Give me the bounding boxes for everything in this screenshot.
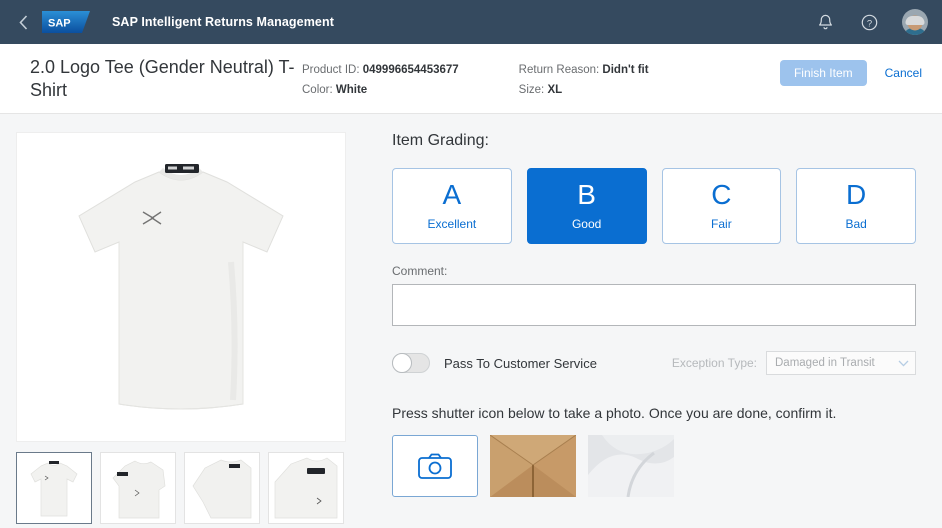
notifications-button[interactable] bbox=[814, 11, 836, 33]
list-item[interactable] bbox=[100, 452, 176, 524]
captured-photo[interactable] bbox=[588, 435, 674, 497]
color-label: Color: bbox=[302, 84, 333, 96]
header-actions: Finish Item Cancel bbox=[779, 56, 926, 86]
grade-options: A Excellent B Good C Fair D Bad bbox=[392, 168, 916, 244]
question-mark-circle-icon: ? bbox=[861, 14, 877, 30]
main-product-image[interactable] bbox=[16, 132, 346, 442]
content-area: Item Grading: A Excellent B Good C Fair … bbox=[0, 114, 942, 528]
comment-input[interactable] bbox=[392, 284, 916, 326]
grade-label: Fair bbox=[711, 217, 732, 231]
exception-type-group: Exception Type: Damaged in Transit bbox=[672, 351, 916, 375]
page-title: 2.0 Logo Tee (Gender Neutral) T-Shirt bbox=[30, 57, 295, 101]
return-reason-value: Didn't fit bbox=[602, 64, 649, 76]
thumbnail-image bbox=[105, 456, 171, 520]
thumbnail-image bbox=[189, 456, 255, 520]
grade-option-d[interactable]: D Bad bbox=[796, 168, 916, 244]
shell-actions: ? bbox=[814, 9, 928, 35]
attribute-group-right: Return Reason: Didn't fit Size: XL bbox=[519, 60, 649, 100]
list-item[interactable] bbox=[184, 452, 260, 524]
product-id-label: Product ID: bbox=[302, 64, 360, 76]
list-item[interactable] bbox=[16, 452, 92, 524]
thumbnail-image bbox=[21, 456, 87, 520]
chevron-left-icon bbox=[18, 14, 27, 30]
pass-to-customer-service-row: Pass To Customer Service Exception Type:… bbox=[392, 351, 916, 375]
camera-icon bbox=[418, 453, 452, 479]
attribute-group-left: Product ID: 049996654453677 Color: White bbox=[302, 60, 459, 100]
color-row: Color: White bbox=[302, 80, 459, 100]
thumbnail-image bbox=[273, 456, 339, 520]
back-button[interactable] bbox=[10, 9, 36, 35]
help-button[interactable]: ? bbox=[858, 11, 880, 33]
finish-item-button[interactable]: Finish Item bbox=[779, 60, 867, 86]
photo-instructions: Press shutter icon below to take a photo… bbox=[392, 405, 837, 421]
pass-to-customer-service-toggle[interactable] bbox=[392, 353, 430, 373]
shell-title: SAP Intelligent Returns Management bbox=[112, 15, 334, 29]
avatar[interactable] bbox=[902, 9, 928, 35]
product-gallery bbox=[16, 132, 346, 528]
size-label: Size: bbox=[518, 84, 545, 96]
bell-icon bbox=[818, 14, 832, 29]
captured-photo-image bbox=[588, 435, 674, 497]
grading-heading: Item Grading: bbox=[392, 132, 489, 149]
product-id-row: Product ID: 049996654453677 bbox=[302, 60, 459, 80]
sap-logo[interactable]: SAP bbox=[42, 11, 90, 33]
exception-type-value: Damaged in Transit bbox=[775, 357, 875, 369]
return-reason-label: Return Reason: bbox=[518, 64, 600, 76]
avatar-hair bbox=[905, 15, 925, 25]
photo-capture-row bbox=[392, 435, 916, 497]
chevron-down-icon bbox=[898, 360, 909, 367]
pass-to-customer-service-label: Pass To Customer Service bbox=[444, 355, 597, 371]
size-value: XL bbox=[547, 84, 563, 96]
product-attributes: Product ID: 049996654453677 Color: White… bbox=[302, 56, 709, 100]
grade-letter: D bbox=[846, 179, 867, 210]
grade-option-b[interactable]: B Good bbox=[526, 168, 647, 244]
color-value: White bbox=[335, 84, 368, 96]
grade-letter: A bbox=[442, 179, 462, 210]
product-id-value: 049996654453677 bbox=[362, 64, 459, 76]
object-page-header: 2.0 Logo Tee (Gender Neutral) T-Shirt Pr… bbox=[0, 44, 942, 114]
grade-letter: B bbox=[577, 179, 596, 210]
grade-label: Excellent bbox=[427, 217, 477, 231]
toggle-knob bbox=[392, 353, 412, 373]
tshirt-front-image bbox=[31, 142, 331, 432]
sap-logo-icon: SAP bbox=[42, 11, 90, 33]
svg-text:?: ? bbox=[866, 18, 871, 29]
comment-label: Comment: bbox=[392, 264, 448, 278]
shutter-button[interactable] bbox=[392, 435, 478, 497]
cancel-button[interactable]: Cancel bbox=[881, 60, 926, 86]
exception-type-select[interactable]: Damaged in Transit bbox=[766, 351, 916, 375]
grade-label: Bad bbox=[845, 217, 867, 231]
return-reason-row: Return Reason: Didn't fit bbox=[519, 60, 649, 80]
size-row: Size: XL bbox=[519, 80, 649, 100]
grade-letter: C bbox=[711, 179, 732, 210]
captured-photo[interactable] bbox=[490, 435, 576, 497]
sap-logo-text: SAP bbox=[48, 18, 71, 30]
shell-bar: SAP SAP Intelligent Returns Management ? bbox=[0, 0, 942, 44]
thumbnail-strip bbox=[16, 452, 346, 526]
grading-panel: Item Grading: A Excellent B Good C Fair … bbox=[346, 132, 926, 528]
exception-type-label: Exception Type: bbox=[671, 356, 757, 370]
grade-option-c[interactable]: C Fair bbox=[661, 168, 782, 244]
grade-option-a[interactable]: A Excellent bbox=[392, 168, 512, 244]
grade-label: Good bbox=[571, 217, 602, 231]
captured-photo-image bbox=[490, 435, 576, 497]
list-item[interactable] bbox=[268, 452, 344, 524]
